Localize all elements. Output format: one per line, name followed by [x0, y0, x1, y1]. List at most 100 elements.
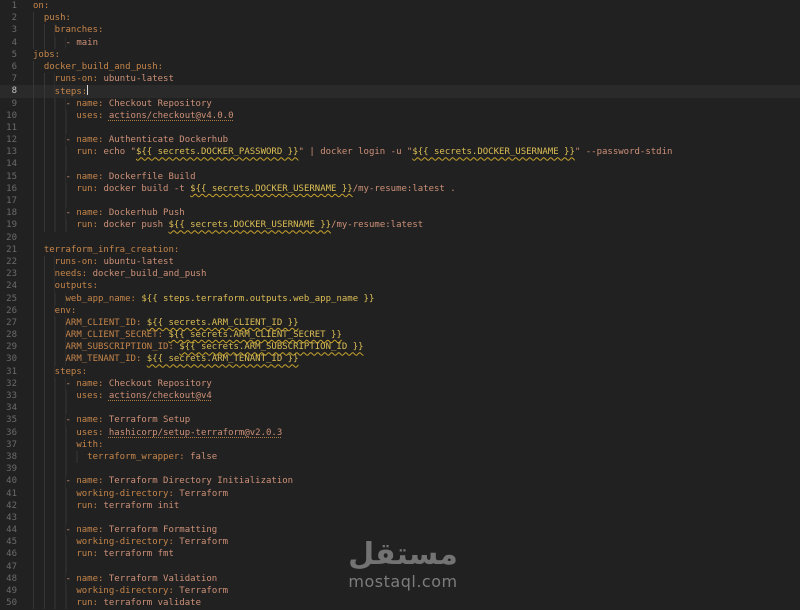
code-line[interactable]: 33 uses: actions/checkout@v4 [0, 390, 800, 403]
code-line[interactable]: 49 working-directory: Terraform [0, 585, 800, 598]
code-line[interactable]: 44- name: Terraform Formatting [0, 524, 800, 537]
line-number[interactable]: 1 [0, 0, 17, 12]
code-line[interactable]: 21 terraform_infra_creation: [0, 243, 800, 256]
line-number[interactable]: 45 [0, 536, 17, 548]
code-line[interactable]: 20 [0, 231, 800, 244]
code-line[interactable]: 16 run: docker build -t ${{ secrets.DOCKE… [0, 182, 800, 195]
code-line[interactable]: 14 [0, 158, 800, 171]
line-number[interactable]: 32 [0, 378, 17, 390]
line-number[interactable]: 48 [0, 573, 17, 585]
code-line[interactable]: 1 on: [0, 0, 800, 12]
code-line[interactable]: 28 ARM_CLIENT_SECRET: ${{ secrets.ARM_CLI… [0, 329, 800, 342]
line-number[interactable]: 49 [0, 585, 17, 597]
code-line[interactable]: 2 push: [0, 12, 800, 25]
code-line[interactable]: 47 [0, 560, 800, 573]
code-line[interactable]: 46 run: terraform fmt [0, 548, 800, 561]
action-reference-link[interactable]: actions/checkout@v4.0.0 [109, 111, 234, 121]
code-line[interactable]: 4 - main [0, 36, 800, 49]
line-number[interactable]: 50 [0, 597, 17, 609]
line-number[interactable]: 17 [0, 195, 17, 207]
code-line[interactable]: 35- name: Terraform Setup [0, 414, 800, 427]
line-number[interactable]: 28 [0, 329, 17, 341]
code-line[interactable]: 7 runs-on: ubuntu-latest [0, 73, 800, 86]
code-line[interactable]: 39 [0, 463, 800, 476]
line-number[interactable]: 16 [0, 183, 17, 195]
code-line[interactable]: 38 terraform_wrapper: false [0, 450, 800, 464]
code-line[interactable]: 18- name: Dockerhub Push [0, 207, 800, 220]
line-number[interactable]: 29 [0, 341, 17, 353]
code-editor[interactable]: 1 on: 2 push: 3 branches: 4 - main 5 jobs: 6 docker… [0, 0, 800, 610]
line-number[interactable]: 42 [0, 500, 17, 512]
line-number[interactable]: 14 [0, 158, 17, 170]
code-line[interactable]: 25 web_app_name: ${{ steps.terraform.outp… [0, 292, 800, 305]
line-number[interactable]: 31 [0, 366, 17, 378]
code-line[interactable]: 42 run: terraform init [0, 499, 800, 512]
line-number[interactable]: 23 [0, 268, 17, 280]
code-line[interactable]: 30 ARM_TENANT_ID: ${{ secrets.ARM_TENANT_… [0, 353, 800, 366]
code-line[interactable]: 50 run: terraform validate [0, 597, 800, 610]
line-number[interactable]: 26 [0, 305, 17, 317]
code-line[interactable]: 40- name: Terraform Directory Initializa… [0, 475, 800, 488]
line-number[interactable]: 4 [0, 37, 17, 49]
line-number[interactable]: 22 [0, 256, 17, 268]
line-number[interactable]: 33 [0, 390, 17, 402]
line-number[interactable]: 30 [0, 353, 17, 365]
code-line[interactable]: 17 [0, 195, 800, 208]
code-line[interactable]: 26 env: [0, 304, 800, 317]
code-line[interactable]: 12- name: Authenticate Dockerhub [0, 134, 800, 147]
code-line[interactable]: 3 branches: [0, 24, 800, 37]
line-number[interactable]: 19 [0, 219, 17, 231]
line-number[interactable]: 20 [0, 232, 17, 244]
line-number[interactable]: 37 [0, 439, 17, 451]
line-number[interactable]: 35 [0, 414, 17, 426]
code-line[interactable]: 8 steps: [0, 85, 800, 98]
code-line[interactable]: 11 [0, 121, 800, 135]
code-line[interactable]: 9- name: Checkout Repository [0, 97, 800, 110]
code-line[interactable]: 48- name: Terraform Validation [0, 572, 800, 585]
code-line[interactable]: 36 uses: hashicorp/setup-terraform@v2.0.3 [0, 426, 800, 439]
line-number[interactable]: 43 [0, 512, 17, 524]
code-line[interactable]: 31 steps: [0, 365, 800, 378]
code-line[interactable]: 19 run: docker push ${{ secrets.DOCKER_US… [0, 219, 800, 232]
line-number[interactable]: 11 [0, 122, 17, 134]
code-line[interactable]: 6 docker_build_and_push: [0, 60, 800, 74]
line-number[interactable]: 5 [0, 49, 17, 61]
line-number[interactable]: 21 [0, 244, 17, 256]
code-line[interactable]: 29 ARM_SUBSCRIPTION_ID: ${{ secrets.ARM_S… [0, 341, 800, 354]
code-line[interactable]: 41 working-directory: Terraform [0, 487, 800, 500]
line-number[interactable]: 27 [0, 317, 17, 329]
code-line[interactable]: 37 with: [0, 438, 800, 451]
code-line[interactable]: 15- name: Dockerfile Build [0, 170, 800, 183]
line-number[interactable]: 15 [0, 171, 17, 183]
line-number[interactable]: 18 [0, 207, 17, 219]
code-line[interactable]: 34 [0, 402, 800, 415]
line-number[interactable]: 34 [0, 402, 17, 414]
line-number[interactable]: 7 [0, 73, 17, 85]
code-line[interactable]: 13 run: echo "${{ secrets.DOCKER_PASSWORD… [0, 146, 800, 159]
line-number[interactable]: 46 [0, 548, 17, 560]
code-line[interactable]: 43 [0, 511, 800, 525]
code-line[interactable]: 5 jobs: [0, 49, 800, 61]
code-line[interactable]: 23 needs: docker_build_and_push [0, 268, 800, 281]
line-number[interactable]: 47 [0, 561, 17, 573]
code-line[interactable]: 32- name: Checkout Repository [0, 377, 800, 390]
line-number[interactable]: 2 [0, 12, 17, 24]
code-line[interactable]: 27 ARM_CLIENT_ID: ${{ secrets.ARM_CLIENT_… [0, 316, 800, 330]
line-number[interactable]: 13 [0, 146, 17, 158]
code-line[interactable]: 10 uses: actions/checkout@v4.0.0 [0, 109, 800, 122]
code-line[interactable]: 45 working-directory: Terraform [0, 536, 800, 549]
line-number[interactable]: 9 [0, 98, 17, 110]
line-number[interactable]: 25 [0, 293, 17, 305]
line-number[interactable]: 44 [0, 524, 17, 536]
line-number[interactable]: 12 [0, 134, 17, 146]
line-number[interactable]: 41 [0, 488, 17, 500]
line-number[interactable]: 10 [0, 110, 17, 122]
action-reference-link[interactable]: hashicorp/setup-terraform@v2.0.3 [109, 428, 282, 438]
line-number[interactable]: 6 [0, 61, 17, 73]
line-number[interactable]: 39 [0, 463, 17, 475]
code-line[interactable]: 22 runs-on: ubuntu-latest [0, 255, 800, 269]
line-number[interactable]: 8 [0, 85, 17, 97]
line-number[interactable]: 36 [0, 427, 17, 439]
action-reference-link[interactable]: actions/checkout@v4 [109, 391, 212, 401]
line-number[interactable]: 38 [0, 451, 17, 463]
